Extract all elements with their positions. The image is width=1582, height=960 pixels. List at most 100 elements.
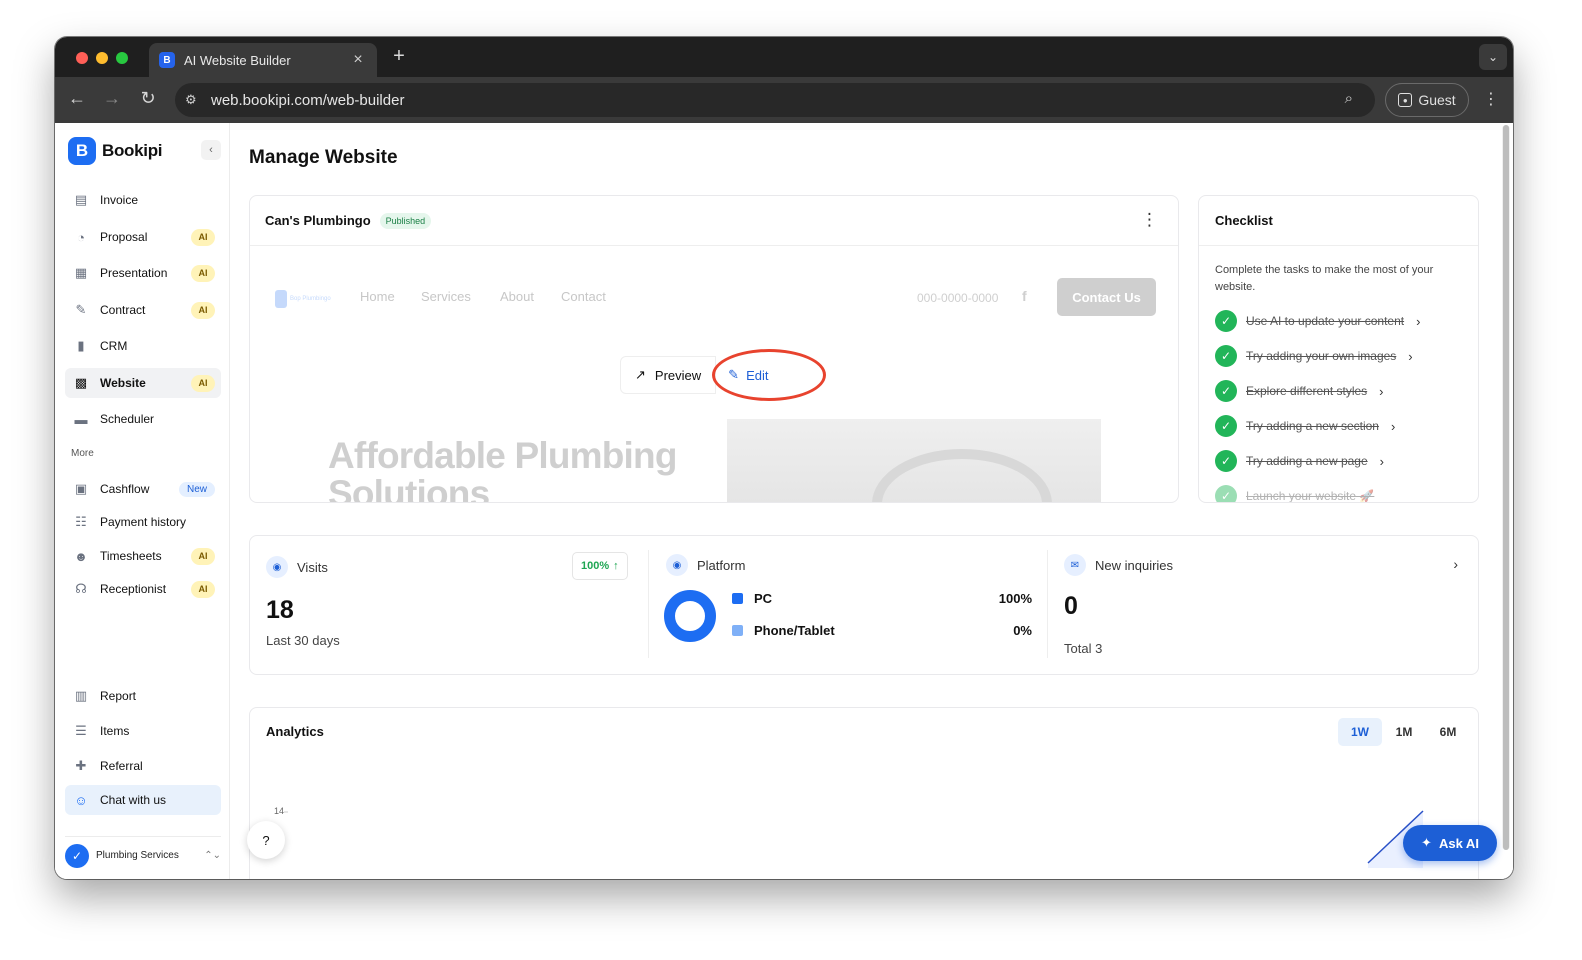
help-button[interactable]: ? (247, 821, 285, 859)
maximize-window-button[interactable] (116, 52, 128, 64)
preview-hero-image (727, 419, 1101, 502)
account-switcher[interactable]: ✓ Plumbing Services ⌃⌄ (65, 836, 221, 868)
browser-menu-icon[interactable]: ⋮ (1483, 89, 1499, 109)
sidebar-item-label: Website (100, 376, 146, 390)
sidebar-item-cashflow[interactable]: ▣ Cashflow New (65, 474, 221, 504)
visits-value: 18 (266, 596, 294, 624)
sidebar-item-referral[interactable]: ✚ Referral (65, 751, 221, 781)
site-settings-icon[interactable]: ⚙ (185, 92, 211, 108)
receptionist-icon: ☊ (75, 581, 87, 596)
platform-label: PC (754, 591, 773, 606)
preview-hero-line: Solutions (328, 473, 490, 503)
sidebar-item-contract[interactable]: ✎ Contract AI (65, 295, 221, 325)
visits-title: Visits (297, 559, 328, 575)
phone-icon (732, 625, 743, 636)
checklist-item-text: Use AI to update your content (1246, 314, 1405, 328)
reload-icon[interactable]: ↻ (136, 88, 160, 109)
sidebar-item-crm[interactable]: ▮ CRM (65, 331, 221, 361)
collapse-sidebar-button[interactable]: ‹ (201, 140, 221, 160)
browser-tab[interactable]: B AI Website Builder × (149, 43, 377, 77)
profile-button[interactable]: ● Guest (1385, 83, 1469, 117)
checklist-item[interactable]: ✓ Try adding your own images › (1215, 345, 1413, 367)
inquiries-total: Total 3 (1064, 641, 1103, 656)
sidebar-item-chat-with-us[interactable]: ☺ Chat with us (65, 785, 221, 815)
account-name: Plumbing Services (96, 850, 179, 861)
checklist-item[interactable]: ✓ Try adding a new page › (1215, 450, 1384, 472)
sidebar-item-items[interactable]: ☰ Items (65, 716, 221, 746)
visits-header: ◉ Visits (266, 556, 328, 578)
back-arrow-icon[interactable]: ← (65, 88, 89, 109)
eye-icon: ◉ (266, 556, 288, 578)
sidebar-item-proposal[interactable]: ◔ Proposal AI (65, 222, 221, 252)
preview-hero-line: Affordable Plumbing (328, 435, 677, 476)
new-tab-button[interactable]: + (389, 45, 409, 68)
checklist-item[interactable]: ✓ Launch your website 🚀 (1215, 485, 1374, 502)
sidebar-item-payment-history[interactable]: ☷ Payment history (65, 507, 221, 537)
stat-divider (648, 550, 649, 658)
ai-badge: AI (191, 374, 215, 392)
hero-image-shape (872, 449, 1052, 502)
checklist-item[interactable]: ✓ Explore different styles › (1215, 380, 1384, 402)
analytics-card: Analytics 1W 1M 6M 14 (249, 707, 1479, 879)
sidebar-item-scheduler[interactable]: ▬ Scheduler (65, 404, 221, 434)
sidebar-item-label: Payment history (100, 515, 187, 529)
profile-label: Guest (1418, 92, 1456, 108)
chevron-right-icon: › (1416, 313, 1421, 329)
checklist-item-text: Try adding a new page (1246, 454, 1368, 468)
close-window-button[interactable] (76, 52, 88, 64)
chevron-right-icon: › (1408, 348, 1413, 364)
check-circle-icon: ✓ (1215, 380, 1237, 402)
sidebar-item-receptionist[interactable]: ☊ Receptionist AI (65, 574, 221, 604)
sidebar-item-label: Receptionist (100, 582, 167, 596)
preview-button[interactable]: ↗ Preview (620, 356, 717, 394)
sidebar-item-report[interactable]: ▥ Report (65, 681, 221, 711)
sidebar-item-invoice[interactable]: ▤ Invoice (65, 185, 221, 215)
site-name: Can's Plumbingo (265, 213, 371, 228)
ask-ai-button[interactable]: ✦ Ask AI (1403, 825, 1497, 861)
tab-search-button[interactable]: ⌄ (1479, 44, 1507, 70)
sidebar-item-presentation[interactable]: ▦ Presentation AI (65, 258, 221, 288)
ai-badge: AI (191, 547, 215, 565)
sparkle-icon: ✦ (1421, 835, 1432, 850)
chevron-right-icon: › (1379, 453, 1384, 469)
sidebar-item-label: Referral (100, 759, 143, 773)
checklist-item-text: Try adding a new section (1246, 419, 1379, 433)
sidebar-item-website[interactable]: ▩ Website AI (65, 368, 221, 398)
brand-logo[interactable]: B Bookipi (68, 137, 163, 165)
invoice-icon: ▤ (74, 192, 88, 207)
arrow-up-icon: ↑ (613, 560, 619, 572)
check-circle-icon: ✓ (1215, 310, 1237, 332)
status-badge: Published (379, 212, 432, 229)
scrollbar-thumb[interactable] (1503, 125, 1509, 850)
page-title: Manage Website (249, 147, 398, 168)
check-circle-icon: ✓ (1215, 415, 1237, 437)
forward-arrow-icon[interactable]: → (100, 88, 124, 109)
browser-toolbar: ← → ↻ ⚙ web.bookipi.com/web-builder ⌕ ● … (55, 77, 1513, 123)
brand-name: Bookipi (102, 141, 163, 160)
sidebar-item-label: Presentation (100, 266, 168, 280)
sidebar-item-label: Chat with us (100, 793, 167, 807)
facebook-icon: f (1022, 288, 1027, 304)
checklist-item[interactable]: ✓ Try adding a new section › (1215, 415, 1395, 437)
growth-badge: 100% ↑ (572, 552, 628, 580)
more-options-icon[interactable]: ⋮ (1141, 210, 1158, 230)
crm-icon: ▮ (77, 338, 85, 353)
page-scrollbar[interactable] (1502, 125, 1510, 850)
platform-row-phone: Phone/Tablet 0% (732, 623, 1032, 638)
inquiries-header: ✉ New inquiries (1064, 554, 1173, 576)
more-section-label: More (71, 448, 94, 459)
address-bar[interactable]: ⚙ web.bookipi.com/web-builder ⌕ (175, 83, 1375, 117)
website-card: Can's Plumbingo Published ⋮ Bop Plumbing… (249, 195, 1179, 503)
close-tab-icon[interactable]: × (349, 51, 367, 69)
zoom-icon[interactable]: ⌕ (1345, 90, 1353, 107)
preview-logo-icon (275, 290, 287, 308)
url-text[interactable]: web.bookipi.com/web-builder (211, 92, 404, 109)
chevron-right-icon[interactable]: › (1453, 556, 1458, 572)
checklist-card: Checklist Complete the tasks to make the… (1198, 195, 1479, 503)
minimize-window-button[interactable] (96, 52, 108, 64)
presentation-icon: ▦ (74, 265, 88, 280)
mail-icon: ✉ (1064, 554, 1086, 576)
checklist-item[interactable]: ✓ Use AI to update your content › (1215, 310, 1420, 332)
sidebar-item-timesheets[interactable]: ☻ Timesheets AI (65, 541, 221, 571)
ai-badge: AI (191, 580, 215, 598)
